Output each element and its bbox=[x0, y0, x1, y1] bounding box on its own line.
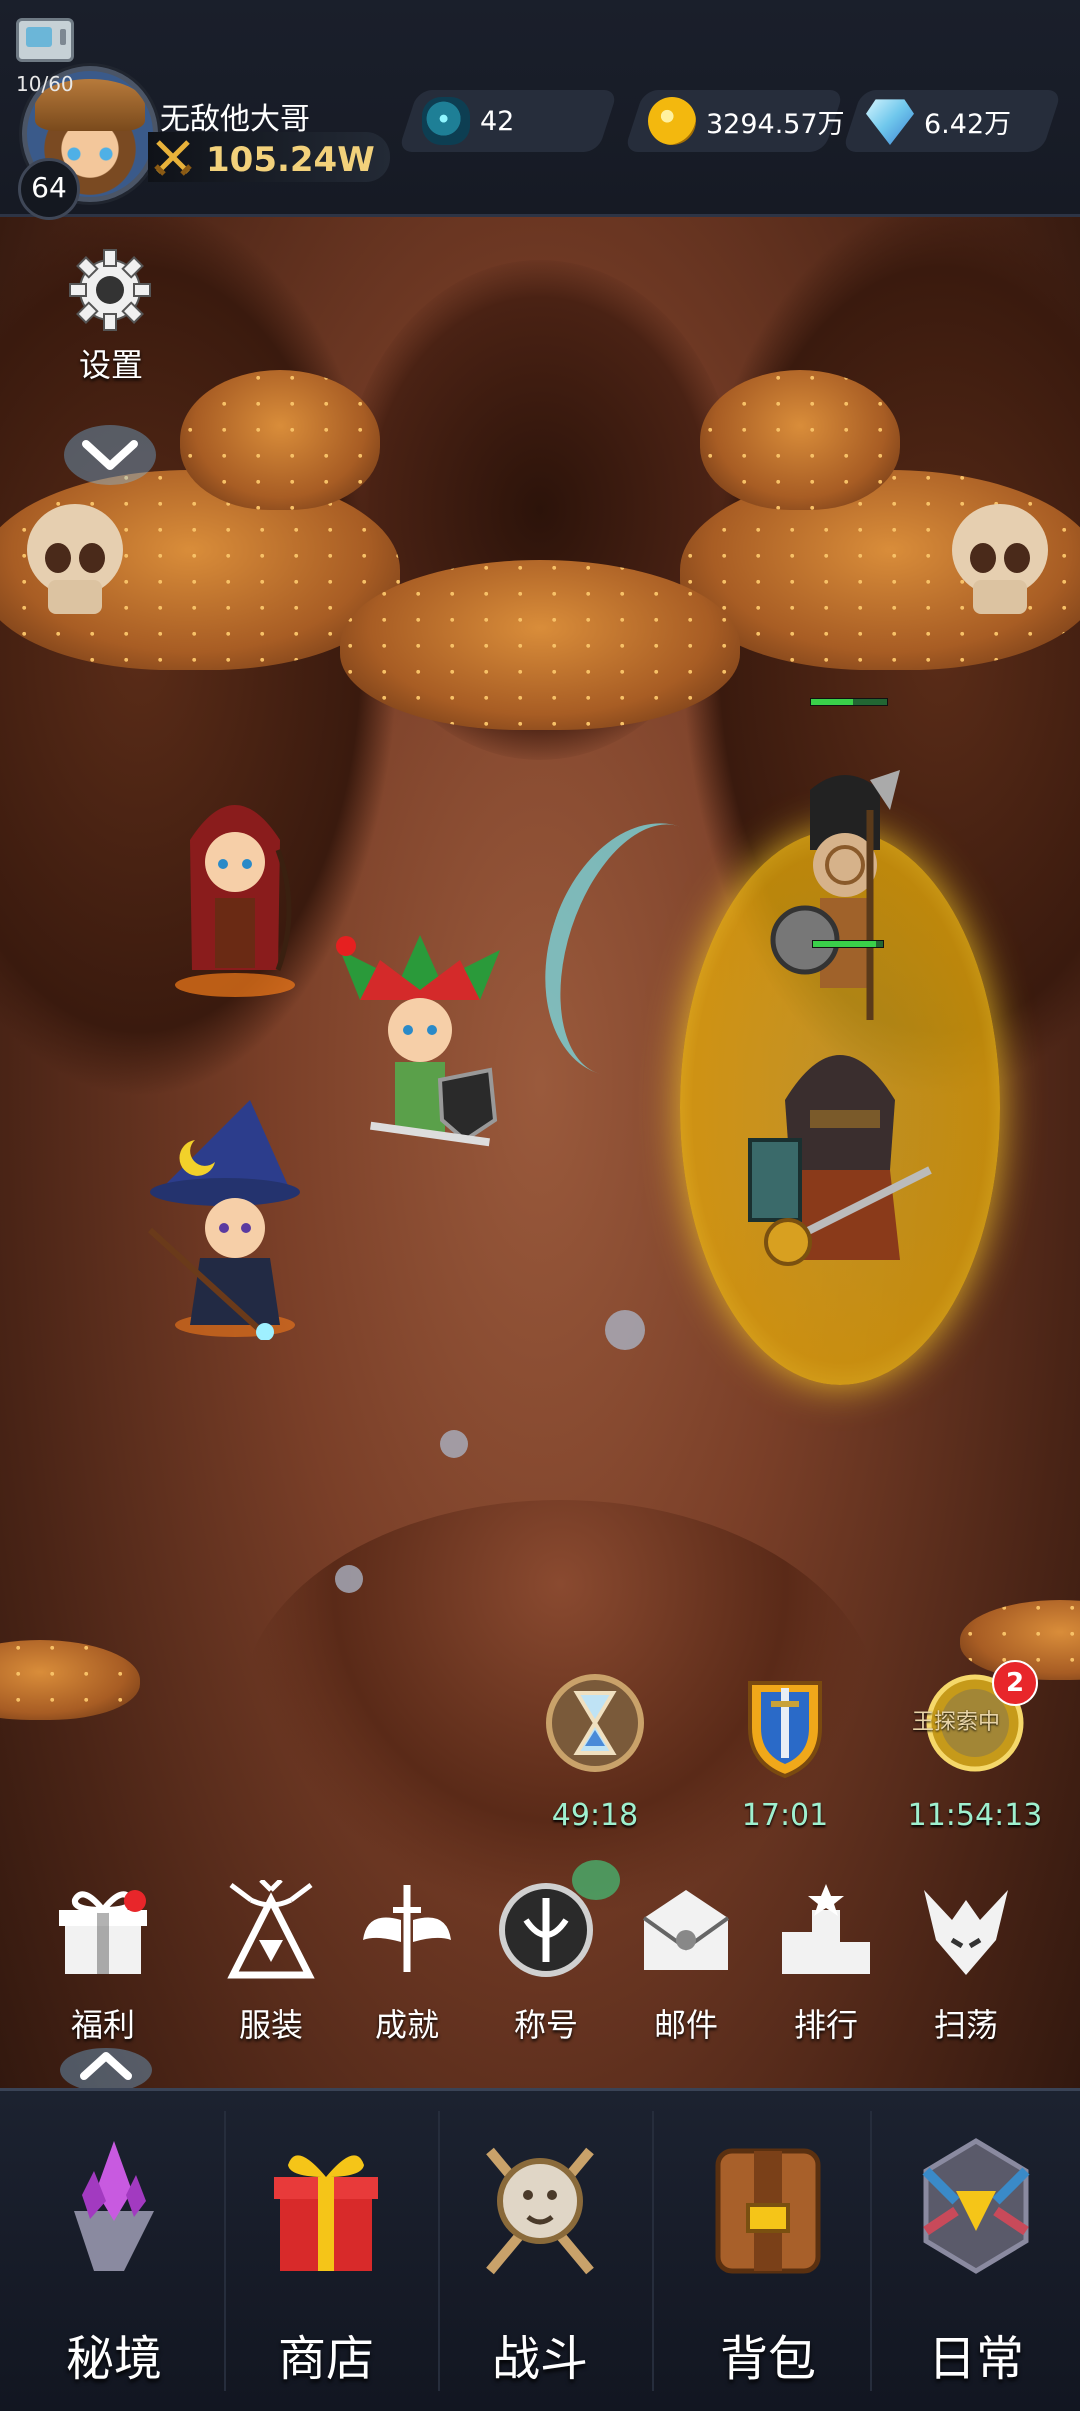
nav-shop[interactable]: 商店 bbox=[226, 2091, 426, 2411]
nav-separator bbox=[652, 2111, 654, 2391]
nav-label: 日常 bbox=[927, 2331, 1024, 2387]
menu-mail[interactable]: 邮件 bbox=[621, 1880, 751, 2050]
diamond-icon bbox=[866, 97, 914, 145]
menu-outfit[interactable]: 服装 bbox=[206, 1880, 336, 2050]
smoke-puff bbox=[335, 1565, 363, 1593]
event-timer: 11:54:13 bbox=[907, 1798, 1043, 1833]
chevron-up-icon[interactable] bbox=[56, 2040, 156, 2088]
enemy-hp-bar bbox=[810, 698, 888, 706]
dragon-mask-icon bbox=[924, 1890, 1008, 1975]
stamina-counter: 10/60 bbox=[16, 72, 74, 96]
coin-pile bbox=[180, 370, 380, 510]
hero-wizard[interactable] bbox=[140, 1100, 320, 1340]
coin-pile bbox=[340, 560, 740, 730]
chevron-down-icon[interactable] bbox=[60, 420, 160, 490]
menu-label: 扫荡 bbox=[933, 2006, 998, 2044]
notification-dot bbox=[124, 1890, 146, 1912]
nav-battle[interactable]: 战斗 bbox=[440, 2091, 640, 2411]
crystal-island-icon bbox=[74, 2141, 154, 2271]
resource-gem-value: 42 bbox=[480, 105, 515, 137]
event-emblem-text: 王探索中 bbox=[911, 1710, 1000, 1735]
enemy-hooded-warrior[interactable] bbox=[740, 1020, 950, 1280]
backpack-icon bbox=[715, 2148, 821, 2274]
bottom-nav: 秘境 商店 战斗 背包 日常 bbox=[0, 2088, 1080, 2411]
event-sword-shield[interactable]: 17:01 bbox=[710, 1668, 860, 1848]
nav-label: 秘境 bbox=[65, 2331, 162, 2387]
nav-secret-realm[interactable]: 秘境 bbox=[14, 2091, 214, 2411]
gift-box-icon bbox=[274, 2155, 378, 2271]
smoke-puff bbox=[440, 1430, 468, 1458]
lion-crest-icon bbox=[486, 2147, 594, 2275]
resource-diamond[interactable]: 6.42万 bbox=[841, 90, 1063, 152]
menu-label: 邮件 bbox=[653, 2006, 718, 2044]
settings-label: 设置 bbox=[78, 346, 143, 384]
enemy-axe-warrior[interactable] bbox=[750, 770, 940, 1030]
coin-pile bbox=[0, 1640, 140, 1720]
title-medal-icon bbox=[499, 1883, 593, 1977]
coin-pile bbox=[700, 370, 900, 510]
resource-gem[interactable]: 42 bbox=[397, 90, 619, 152]
avatar-eyes bbox=[65, 147, 115, 161]
menu-achievement[interactable]: 成就 bbox=[342, 1880, 472, 2050]
notification-badge: 2 bbox=[992, 1660, 1038, 1706]
enemy-hp-fill bbox=[811, 699, 853, 705]
sword-shield-icon bbox=[748, 1681, 822, 1778]
menu-sweep[interactable]: 扫荡 bbox=[901, 1880, 1031, 2050]
menu-label: 称号 bbox=[513, 2006, 578, 2044]
podium-icon bbox=[782, 1884, 870, 1974]
combat-power-value: 105.24W bbox=[206, 140, 375, 180]
menu-label: 排行 bbox=[793, 2006, 858, 2044]
resource-diamond-value: 6.42万 bbox=[924, 108, 1012, 140]
nav-label: 商店 bbox=[277, 2331, 374, 2387]
nav-daily[interactable]: 日常 bbox=[876, 2091, 1076, 2411]
enemy-hp-bar bbox=[812, 940, 884, 948]
nav-label: 战斗 bbox=[491, 2331, 588, 2387]
winged-sword-icon bbox=[363, 1885, 451, 1972]
resource-gold[interactable]: 3294.57万 bbox=[623, 90, 845, 152]
resource-gold-value: 3294.57万 bbox=[706, 108, 845, 140]
crossed-swords-icon bbox=[154, 140, 192, 176]
level-badge: 64 bbox=[18, 158, 80, 220]
daily-emblem-icon bbox=[922, 2138, 1030, 2274]
smoke-puff bbox=[605, 1310, 645, 1350]
menu-rank[interactable]: 排行 bbox=[761, 1880, 891, 2050]
tv-icon[interactable] bbox=[16, 18, 74, 62]
settings-button[interactable]: 设置 bbox=[66, 248, 156, 388]
hourglass-icon bbox=[546, 1674, 644, 1772]
menu-label: 服装 bbox=[238, 2006, 303, 2044]
hero-archer[interactable] bbox=[160, 780, 310, 1000]
deer-emblem-icon bbox=[227, 1880, 315, 1979]
menu-label: 成就 bbox=[374, 2006, 439, 2044]
skull-icon bbox=[27, 504, 123, 614]
combat-power: 105.24W bbox=[148, 132, 390, 182]
teal-gem-icon bbox=[422, 97, 470, 145]
nav-backpack[interactable]: 背包 bbox=[668, 2091, 868, 2411]
enemy-hp-fill bbox=[813, 941, 876, 947]
menu-welfare[interactable]: 福利 bbox=[38, 1880, 168, 2050]
skull-icon bbox=[952, 504, 1048, 614]
event-hourglass[interactable]: 49:18 bbox=[520, 1668, 670, 1848]
top-bar: 10/60 64 无敌他大哥 105.24W 42 3294.57万 6.42万 bbox=[0, 0, 1080, 220]
event-timer: 49:18 bbox=[551, 1798, 639, 1833]
gear-icon bbox=[69, 249, 151, 331]
nav-separator bbox=[870, 2111, 872, 2391]
menu-title[interactable]: 称号 bbox=[481, 1880, 611, 2050]
hero-jester-knight[interactable] bbox=[330, 930, 510, 1180]
gold-coin-icon bbox=[648, 97, 696, 145]
nav-label: 背包 bbox=[719, 2331, 816, 2387]
event-timer: 17:01 bbox=[741, 1798, 829, 1833]
envelope-icon bbox=[642, 1890, 730, 1970]
